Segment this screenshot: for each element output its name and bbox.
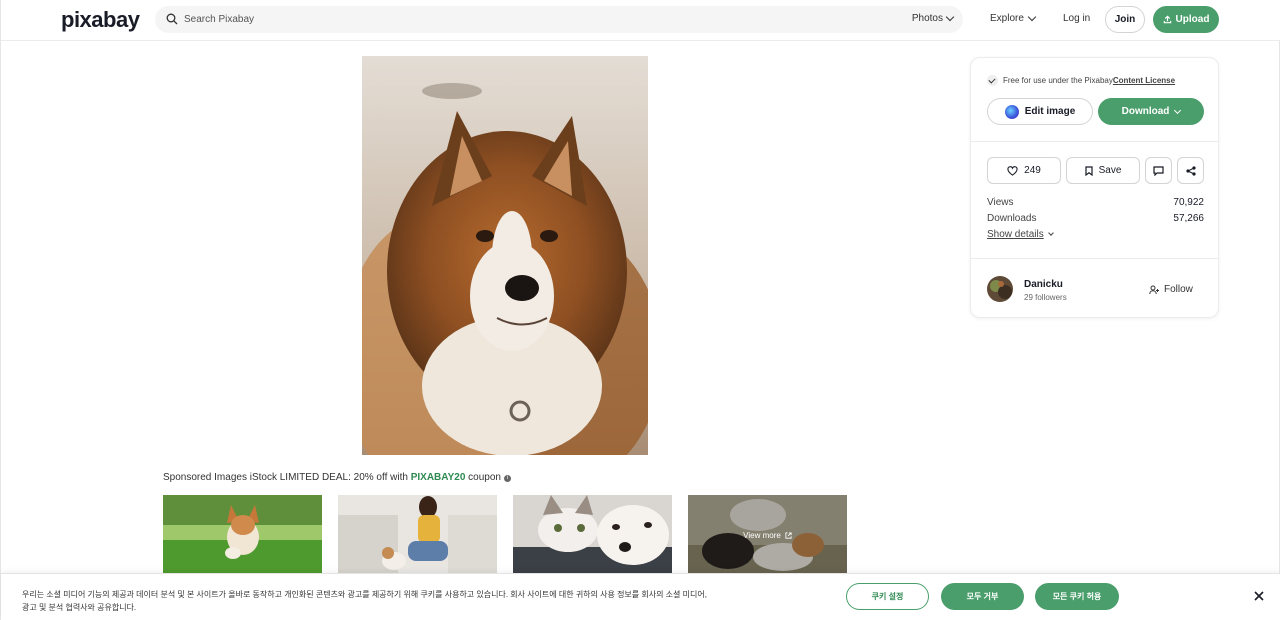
edit-image-button[interactable]: Edit image: [987, 98, 1093, 125]
comment-button[interactable]: [1145, 157, 1172, 184]
sponsored-thumb-1[interactable]: [163, 495, 322, 575]
sponsored-thumb-2[interactable]: [338, 495, 497, 575]
editor-logo-icon: [1004, 104, 1019, 119]
check-icon: [987, 75, 998, 86]
download-label: Download: [1121, 106, 1170, 117]
cookie-notice-text: 우리는 소셜 미디어 기능의 제공과 데이터 분석 및 본 사이트가 올바로 동…: [22, 590, 707, 612]
top-nav: pixabay Photos Explore Log in Join Uploa…: [1, 0, 1280, 41]
show-details-label: Show details: [987, 229, 1044, 240]
views-label: Views: [987, 197, 1014, 208]
like-count: 249: [1024, 165, 1041, 176]
author-followers: 29 followers: [1024, 293, 1067, 302]
bookmark-icon: [1084, 165, 1093, 176]
cat-dog-thumbnail: [513, 495, 672, 575]
downloads-row: Downloads 57,266: [987, 213, 1204, 224]
coupon-code: PIXABAY20: [410, 472, 466, 483]
sponsored-suffix: coupon: [465, 472, 501, 483]
close-icon[interactable]: [1253, 590, 1265, 602]
search-icon: [166, 13, 178, 25]
join-button[interactable]: Join: [1105, 6, 1145, 33]
chevron-down-icon: [1027, 12, 1037, 22]
add-user-icon: [1149, 285, 1159, 294]
upload-label: Upload: [1175, 14, 1210, 25]
share-button[interactable]: [1177, 157, 1204, 184]
author-avatar[interactable]: [987, 276, 1013, 302]
upload-icon: [1163, 15, 1171, 24]
page: pixabay Photos Explore Log in Join Uploa…: [0, 0, 1280, 620]
woman-dog-thumbnail: [338, 495, 497, 575]
search-bar[interactable]: Photos: [155, 6, 963, 33]
sponsored-thumb-3[interactable]: [513, 495, 672, 575]
cookie-settings-button[interactable]: 쿠키 설정: [846, 583, 929, 610]
search-type-dropdown[interactable]: Photos: [911, 12, 955, 24]
login-link[interactable]: Log in: [1063, 13, 1090, 24]
chevron-down-icon: [945, 12, 955, 22]
views-value: 70,922: [1173, 197, 1204, 208]
heart-icon: [1007, 165, 1018, 176]
dog-photo: [362, 56, 648, 455]
sponsored-banner: Sponsored Images iStock LIMITED DEAL: 20…: [163, 472, 511, 483]
search-input[interactable]: [184, 6, 784, 33]
comment-icon: [1153, 165, 1164, 176]
divider: [971, 141, 1218, 142]
save-label: Save: [1098, 165, 1122, 176]
upload-button[interactable]: Upload: [1153, 6, 1219, 33]
avatar-image: [987, 276, 1013, 302]
pixabay-logo[interactable]: pixabay: [61, 7, 140, 33]
save-button[interactable]: Save: [1066, 157, 1140, 184]
like-button[interactable]: 249: [987, 157, 1061, 184]
explore-menu[interactable]: Explore: [990, 12, 1037, 24]
image-details-card: Free for use under the Pixabay Content L…: [970, 57, 1219, 318]
search-type-label: Photos: [911, 13, 943, 24]
divider: [971, 258, 1218, 259]
show-details-toggle[interactable]: Show details: [987, 229, 1054, 240]
license-notice: Free for use under the Pixabay Content L…: [987, 75, 1175, 86]
corgi-thumbnail: [163, 495, 322, 575]
main-photo[interactable]: [362, 56, 648, 455]
edit-image-label: Edit image: [1024, 106, 1076, 117]
reject-all-button[interactable]: 모두 거부: [941, 583, 1024, 610]
external-link-icon: [785, 531, 792, 539]
content-license-link[interactable]: Content License: [1113, 76, 1175, 85]
chevron-down-icon: [1174, 106, 1182, 114]
sponsored-prefix: Sponsored Images iStock LIMITED DEAL: 20…: [163, 472, 411, 483]
download-button[interactable]: Download: [1098, 98, 1204, 125]
share-icon: [1185, 165, 1196, 176]
follow-button[interactable]: Follow: [1149, 284, 1193, 295]
accept-all-cookies-button[interactable]: 모든 쿠키 허용: [1035, 583, 1119, 610]
follow-label: Follow: [1164, 284, 1193, 295]
sponsored-thumb-4[interactable]: View more: [688, 495, 847, 575]
explore-label: Explore: [990, 13, 1024, 24]
view-more-link[interactable]: View more: [688, 495, 847, 575]
cookie-banner: 우리는 소셜 미디어 기능의 제공과 데이터 분석 및 본 사이트가 올바로 동…: [1, 573, 1280, 620]
downloads-value: 57,266: [1173, 213, 1204, 224]
license-text: Free for use under the Pixabay: [1003, 76, 1113, 85]
info-icon[interactable]: i: [503, 475, 511, 482]
chevron-down-icon: [1047, 230, 1054, 236]
downloads-label: Downloads: [987, 213, 1037, 224]
views-row: Views 70,922: [987, 197, 1204, 208]
view-more-label: View more: [743, 530, 781, 540]
author-name[interactable]: Danicku: [1024, 279, 1063, 290]
